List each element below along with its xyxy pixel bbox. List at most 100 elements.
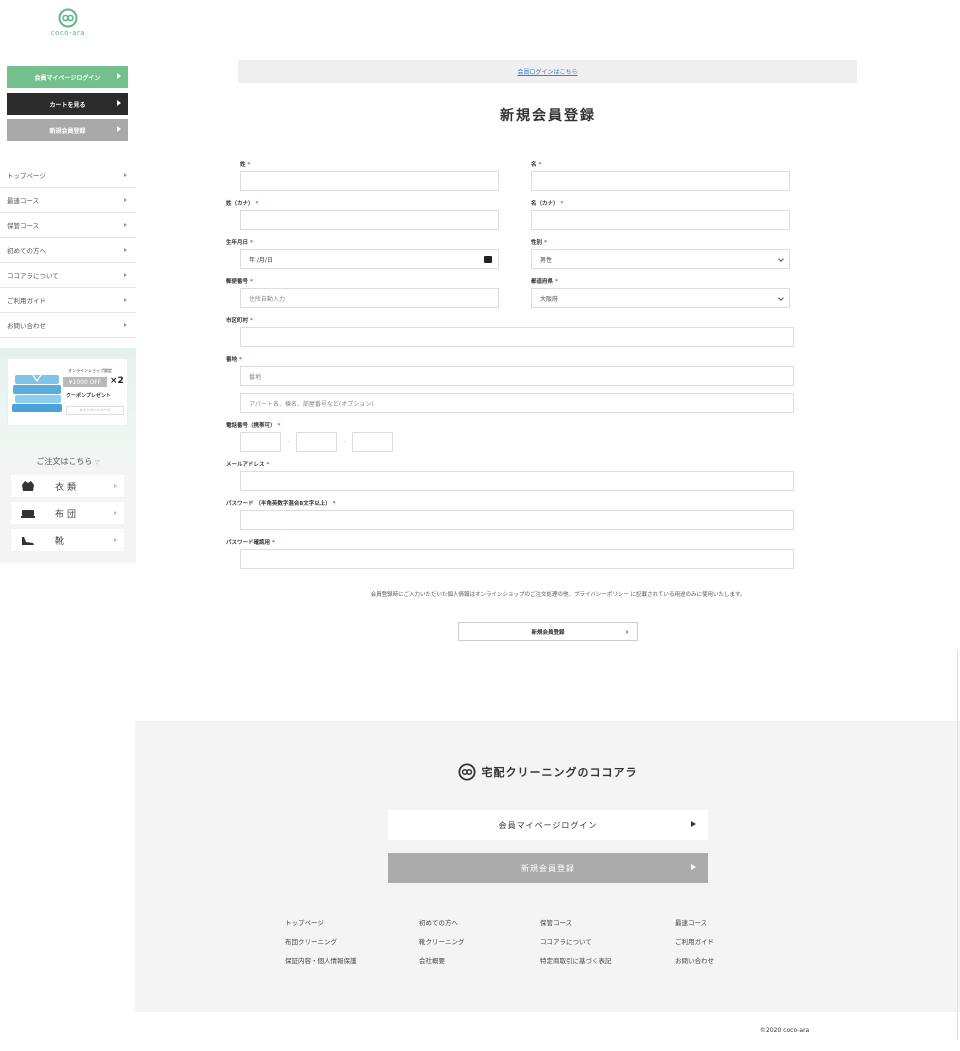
- required-mark: *: [250, 318, 253, 324]
- footer-link[interactable]: お問い合わせ: [675, 955, 765, 965]
- footer-link[interactable]: トップページ: [285, 917, 419, 927]
- footer: 宅配クリーニングのココアラ 会員マイページログイン 新規会員登録 トップページ …: [135, 721, 960, 1012]
- chevron-right-icon: [114, 484, 117, 488]
- coupon-banner[interactable]: オンラインショップ限定 ¥1000 OFF ×2 クーポンプレゼント キャンペー…: [7, 358, 128, 426]
- password-confirm-input[interactable]: [240, 549, 794, 569]
- banner-online-limited: オンラインショップ限定: [68, 368, 112, 373]
- chevron-right-icon: [691, 864, 696, 870]
- prefecture-select[interactable]: 大阪府: [531, 288, 790, 308]
- prefecture-value: 大阪府: [540, 295, 559, 303]
- building-placeholder: アパート名、棟名、部屋番号など(オプション): [249, 400, 374, 408]
- banner-campaign-button[interactable]: キャンペーンページ: [66, 406, 124, 415]
- sei-label-text: 姓: [240, 162, 246, 168]
- sidebar-item-label: 保管コース: [7, 222, 40, 230]
- order-title-text: ご注文はこちら: [36, 457, 93, 466]
- city-label: 市区町村 *: [226, 316, 253, 324]
- gender-select[interactable]: 男性: [531, 249, 790, 269]
- order-item-futon[interactable]: 布団: [11, 502, 124, 524]
- birthday-value: 年 /月/日: [249, 256, 273, 264]
- sidebar-item-guide[interactable]: ご利用ガイド: [0, 288, 136, 313]
- footer-link[interactable]: 最速コース: [675, 917, 765, 927]
- phone-input-2[interactable]: [296, 432, 337, 452]
- view-cart-label: カートを見る: [49, 101, 86, 109]
- city-input[interactable]: [240, 327, 794, 347]
- address-input[interactable]: 番地: [240, 366, 794, 386]
- footer-link[interactable]: ご利用ガイド: [675, 936, 765, 946]
- sidebar-item-label: ココアラについて: [7, 272, 59, 280]
- page-title: 新規会員登録: [500, 108, 596, 124]
- chevron-down-icon: [778, 256, 784, 262]
- city-label-text: 市区町村: [226, 318, 249, 324]
- postal-label: 郵便番号 *: [226, 277, 253, 285]
- required-mark: *: [266, 462, 270, 468]
- password-label-text: パスワード （半角英数字混合8文字以上）: [226, 501, 331, 507]
- phone-input-1[interactable]: [240, 432, 281, 452]
- mei-input[interactable]: [531, 171, 790, 191]
- gender-label: 性別 *: [531, 238, 547, 246]
- sidebar-item-storage-course[interactable]: 保管コース: [0, 213, 136, 238]
- logo-text: coco-ara: [50, 29, 86, 37]
- view-cart-button[interactable]: カートを見る: [7, 93, 128, 115]
- footer-link[interactable]: 靴クリーニング: [419, 936, 540, 946]
- footer-mypage-login-button[interactable]: 会員マイページログイン: [388, 810, 708, 840]
- chevron-right-icon: [124, 248, 127, 252]
- phone-input-3[interactable]: [352, 432, 393, 452]
- order-item-shoes[interactable]: 靴: [11, 529, 124, 551]
- sidebar-item-label: お問い合わせ: [7, 322, 46, 330]
- sidebar-item-first-time[interactable]: 初めての方へ: [0, 238, 136, 263]
- footer-brand[interactable]: 宅配クリーニングのココアラ: [135, 763, 960, 781]
- footer-link[interactable]: 保管コース: [540, 917, 675, 927]
- chevron-down-icon: ▽: [94, 459, 100, 466]
- required-mark: *: [332, 501, 336, 507]
- sei-kana-input[interactable]: [240, 210, 499, 230]
- order-item-label: 衣類: [55, 482, 80, 493]
- required-mark: *: [277, 423, 281, 429]
- privacy-notice: 会員登録時にご入力いただいた個人情報はオンラインショップのご注文処理の他、プライ…: [370, 592, 746, 598]
- required-mark: *: [255, 201, 259, 207]
- sidebar-item-top[interactable]: トップページ: [0, 163, 136, 188]
- sidebar-nav: トップページ 最速コース 保管コース 初めての方へ ココアラについて ご利用ガイ…: [0, 163, 136, 338]
- coat-icon: [22, 481, 34, 491]
- banner-price: ¥1000 OFF: [63, 377, 107, 387]
- mei-kana-input[interactable]: [531, 210, 790, 230]
- new-register-button[interactable]: 新規会員登録: [7, 119, 128, 141]
- order-item-clothes[interactable]: 衣類: [11, 475, 124, 497]
- password-label: パスワード （半角英数字混合8文字以上） *: [226, 499, 336, 507]
- new-register-label: 新規会員登録: [49, 127, 86, 135]
- password-input[interactable]: [240, 510, 794, 530]
- sidebar-item-about[interactable]: ココアラについて: [0, 263, 136, 288]
- member-login-bar: 会員ログインはこちら: [238, 60, 857, 83]
- sidebar-item-label: ご利用ガイド: [7, 297, 46, 305]
- sidebar-item-contact[interactable]: お問い合わせ: [0, 313, 136, 338]
- mei-label: 名 *: [531, 160, 541, 168]
- email-input[interactable]: [240, 471, 794, 491]
- postal-input[interactable]: 住所自動入力: [240, 288, 499, 308]
- sei-input[interactable]: [240, 171, 499, 191]
- postal-label-text: 郵便番号: [226, 279, 249, 285]
- birthday-input[interactable]: 年 /月/日: [240, 249, 499, 269]
- chevron-right-icon: [114, 511, 117, 515]
- chevron-right-icon: [114, 538, 117, 542]
- sidebar-item-fastest-course[interactable]: 最速コース: [0, 188, 136, 213]
- member-login-link[interactable]: 会員ログインはこちら: [517, 67, 577, 76]
- banner-times: ×2: [110, 376, 124, 386]
- footer-link[interactable]: ココアラについて: [540, 936, 675, 946]
- building-input[interactable]: アパート名、棟名、部屋番号など(オプション): [240, 393, 794, 413]
- footer-register-button[interactable]: 新規会員登録: [388, 853, 708, 883]
- chevron-right-icon: [124, 198, 127, 202]
- password-confirm-label-text: パスワード確認用: [226, 540, 271, 546]
- footer-link[interactable]: 初めての方へ: [419, 917, 540, 927]
- calendar-icon: [484, 256, 492, 263]
- footer-link[interactable]: 会社概要: [419, 955, 540, 965]
- sidebar-item-label: トップページ: [7, 172, 46, 180]
- password-confirm-label: パスワード確認用 *: [226, 538, 275, 546]
- footer-link[interactable]: 特定商取引に基づく表記: [540, 955, 675, 965]
- footer-link[interactable]: 布団クリーニング: [285, 936, 419, 946]
- email-label: メールアドレス *: [226, 460, 269, 468]
- footer-link[interactable]: 保証内容・個人情報保護: [285, 955, 419, 965]
- mei-kana-label-text: 名（カナ）: [531, 201, 559, 207]
- site-logo[interactable]: coco-ara: [48, 8, 88, 48]
- chevron-right-icon: [691, 821, 696, 827]
- mypage-login-button[interactable]: 会員マイページログイン: [7, 66, 128, 88]
- register-submit-button[interactable]: 新規会員登録: [458, 622, 638, 641]
